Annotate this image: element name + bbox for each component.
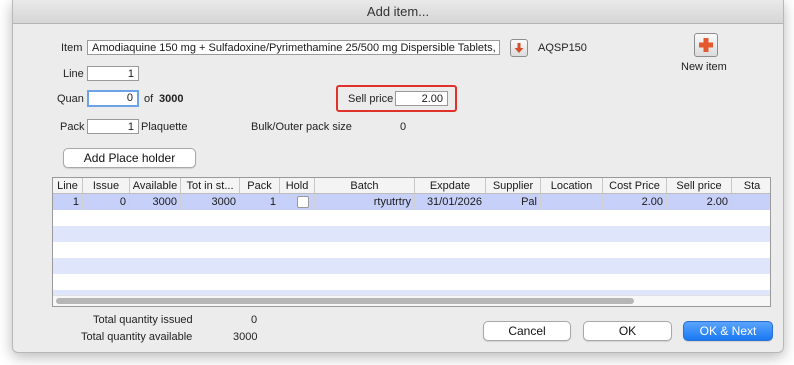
column-header-location[interactable]: Location: [541, 178, 603, 194]
total-issued-value: 0: [251, 314, 258, 326]
quantity-field[interactable]: 0: [87, 90, 139, 107]
cell-cost-price: 2.00: [603, 194, 667, 210]
column-header-issue[interactable]: Issue: [83, 178, 130, 194]
item-name-field[interactable]: Amodiaquine 150 mg + Sulfadoxine/Pyrimet…: [87, 40, 500, 55]
plus-cross-icon: [699, 38, 713, 52]
scrollbar-thumb[interactable]: [56, 298, 634, 304]
column-header-cost-price[interactable]: Cost Price: [603, 178, 667, 194]
add-placeholder-button[interactable]: Add Place holder: [63, 148, 196, 168]
pack-unit: Plaquette: [141, 121, 188, 133]
sell-price-label: Sell price: [348, 93, 394, 105]
cell-supplier: Pal: [486, 194, 541, 210]
item-code: AQSP150: [538, 42, 587, 54]
total-available-value: 3000: [233, 331, 258, 343]
cell-location: [541, 194, 603, 210]
column-header-expdate[interactable]: Expdate: [415, 178, 486, 194]
column-header-line[interactable]: Line: [53, 178, 83, 194]
dialog-title: Add item...: [13, 0, 783, 24]
quan-of-label: of: [144, 93, 154, 105]
item-lookup-button[interactable]: [510, 39, 528, 57]
cancel-button[interactable]: Cancel: [483, 321, 571, 341]
ok-button[interactable]: OK: [583, 321, 672, 341]
new-item-button[interactable]: [694, 33, 718, 57]
column-header-supplier[interactable]: Supplier: [486, 178, 541, 194]
add-item-dialog: Add item... Item Amodiaquine 150 mg + Su…: [12, 0, 784, 353]
table-row[interactable]: 1 0 3000 3000 1 rtyutrtry 31/01/2026 Pal…: [53, 194, 770, 210]
cell-line: 1: [53, 194, 83, 210]
total-available-label: Total quantity available: [81, 331, 193, 343]
pack-field[interactable]: 1: [87, 119, 139, 134]
column-header-status[interactable]: Sta: [732, 178, 770, 194]
horizontal-scrollbar[interactable]: [53, 295, 770, 306]
empty-row: [53, 242, 770, 258]
ok-and-next-button[interactable]: OK & Next: [683, 321, 773, 341]
down-arrow-icon: [514, 43, 524, 53]
cell-batch: rtyutrtry: [315, 194, 415, 210]
cell-issue[interactable]: 0: [83, 194, 130, 210]
new-item-label: New item: [681, 61, 727, 73]
column-header-tot-in-stock[interactable]: Tot in st...: [181, 178, 240, 194]
column-header-batch[interactable]: Batch: [315, 178, 415, 194]
column-header-available[interactable]: Available: [130, 178, 181, 194]
hold-checkbox[interactable]: [297, 196, 309, 208]
empty-row: [53, 258, 770, 274]
item-label: Item: [61, 42, 83, 54]
cell-sell-price: 2.00: [667, 194, 732, 210]
sell-price-field[interactable]: 2.00: [395, 91, 448, 106]
cell-hold: [280, 194, 315, 210]
total-issued-label: Total quantity issued: [93, 314, 193, 326]
cell-expdate: 31/01/2026: [415, 194, 486, 210]
column-header-hold[interactable]: Hold: [280, 178, 315, 194]
empty-row: [53, 274, 770, 290]
empty-row: [53, 210, 770, 226]
batch-table: Line Issue Available Tot in st... Pack H…: [52, 177, 771, 307]
empty-row: [53, 226, 770, 242]
bulk-pack-size-value: 0: [400, 121, 407, 133]
quan-label: Quan: [57, 93, 84, 105]
column-header-pack[interactable]: Pack: [240, 178, 280, 194]
quan-total: 3000: [159, 93, 184, 105]
cell-available: 3000: [130, 194, 181, 210]
pack-label: Pack: [60, 121, 85, 133]
cell-status: [732, 194, 770, 210]
line-label: Line: [63, 68, 84, 80]
cell-pack: 1: [240, 194, 280, 210]
line-field[interactable]: 1: [87, 66, 139, 81]
cell-tot-in-stock: 3000: [181, 194, 240, 210]
column-header-sell-price[interactable]: Sell price: [667, 178, 732, 194]
bulk-pack-size-label: Bulk/Outer pack size: [251, 121, 352, 133]
